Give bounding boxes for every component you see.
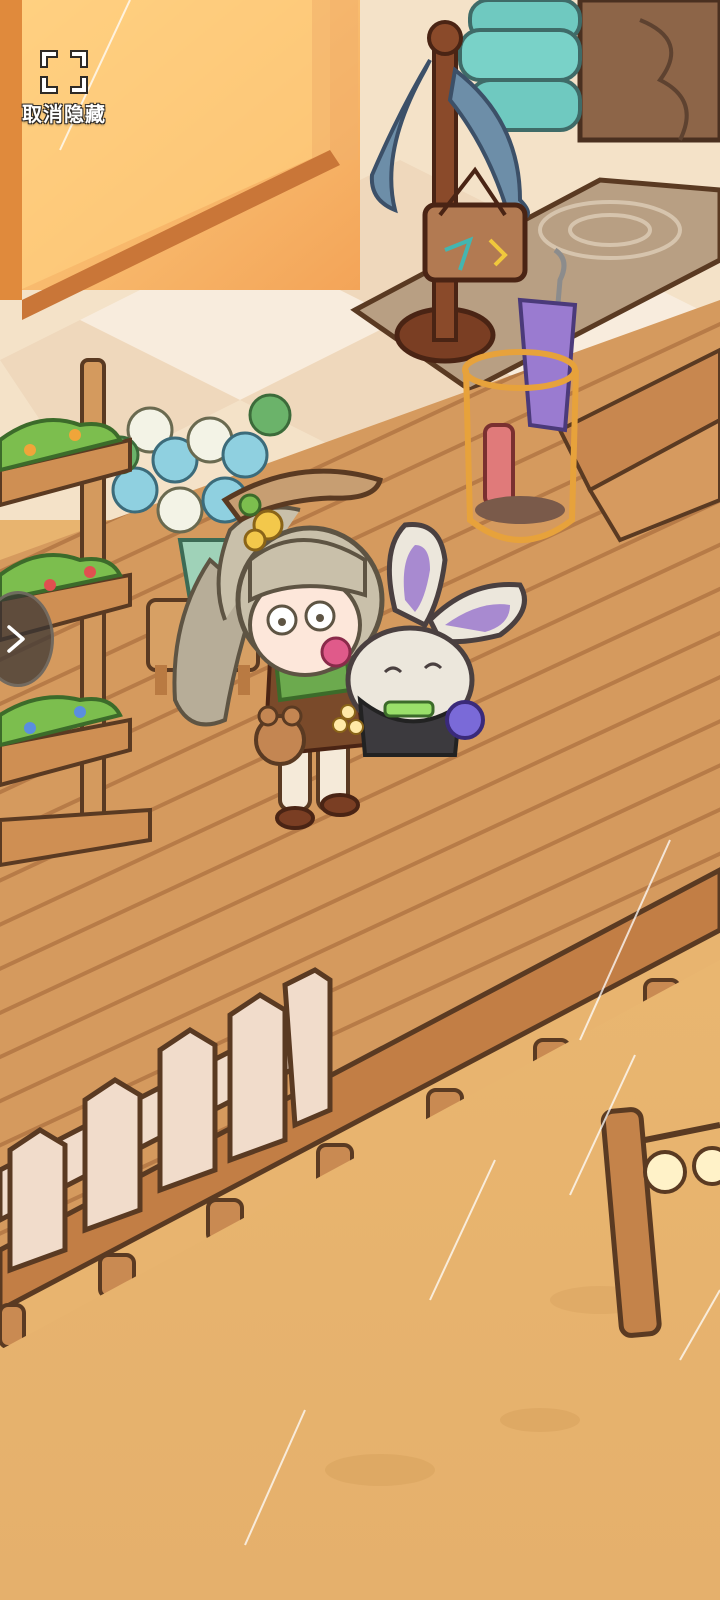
cancel-hide-label: 取消隐藏 <box>22 102 106 126</box>
fullscreen-corners-icon <box>40 50 88 94</box>
chevron-right-icon <box>7 625 25 653</box>
cabinet <box>577 0 720 143</box>
game-scene <box>0 0 720 1600</box>
cancel-hide-button[interactable]: 取消隐藏 <box>14 48 114 130</box>
